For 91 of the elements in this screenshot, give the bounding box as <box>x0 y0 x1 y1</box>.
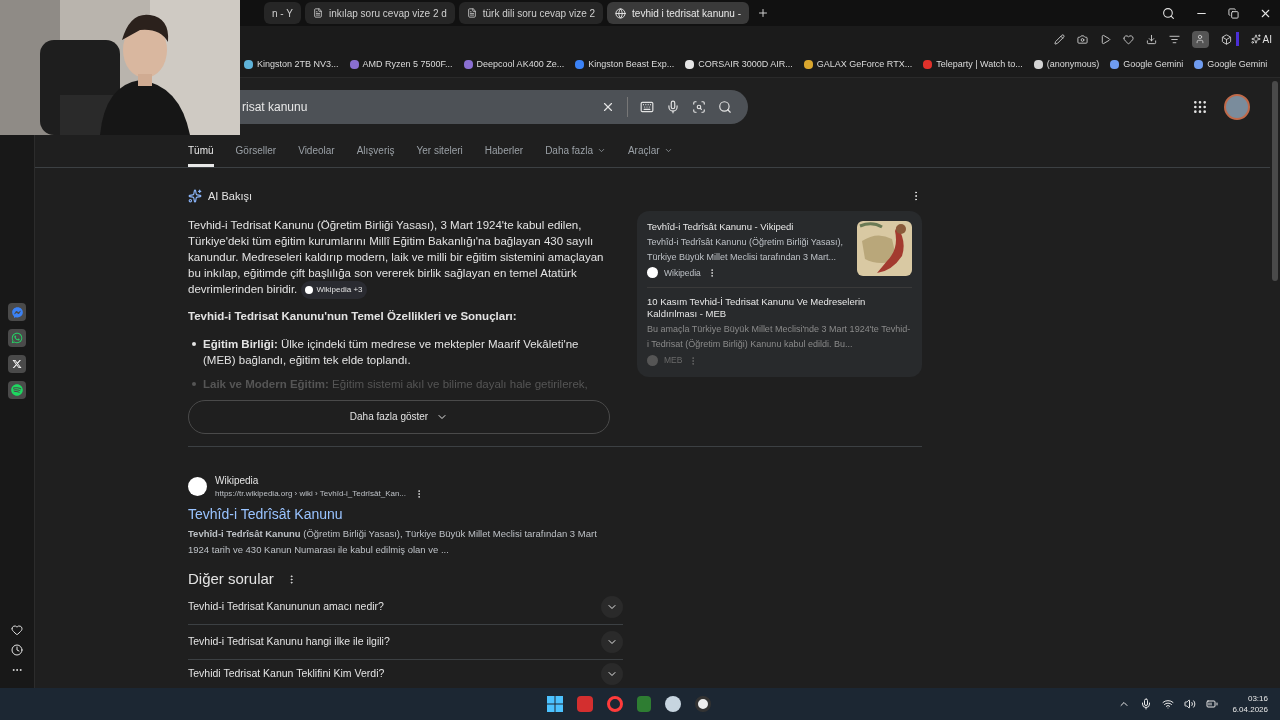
clear-icon[interactable] <box>601 100 615 114</box>
heart-icon[interactable] <box>11 624 23 636</box>
source-title[interactable]: Tevhîd-i Tedrîsât Kanunu - Vikipedi <box>647 220 849 233</box>
page-icon <box>466 8 477 18</box>
bullet-icon <box>192 341 196 346</box>
browser-tab[interactable]: n - Y <box>264 2 301 24</box>
search-tab[interactable]: Alışveriş <box>356 143 395 167</box>
sparkle-icon <box>188 189 202 204</box>
search-tab[interactable]: Araçlar <box>627 143 673 167</box>
list-icon[interactable] <box>1168 33 1180 45</box>
expand-icon[interactable] <box>601 596 623 619</box>
bookmark-link[interactable]: Deepcool AK400 Ze... <box>476 57 565 72</box>
play-icon[interactable] <box>1099 33 1111 45</box>
section-title: Diğer sorular <box>188 568 274 589</box>
camera-search-icon[interactable] <box>692 100 706 114</box>
app-icon[interactable] <box>665 696 682 712</box>
battery-icon[interactable] <box>1206 698 1219 710</box>
expand-icon[interactable] <box>601 663 623 686</box>
result-snippet: Tevhîd-i Tedrîsât Kanunu (Öğretim Birliği Yasası), Türkiye Büyük Millet Meclisi tarafından 3 Mart 1924 tarih ve 430 Kanun Numarası ile kabul edilmiş olan ve ... <box>188 526 598 557</box>
clock-time: 03:16 <box>1247 693 1268 704</box>
wifi-icon[interactable] <box>1162 698 1175 710</box>
search-tab[interactable]: Tümü <box>188 143 214 167</box>
bookmark-link[interactable]: (anonymous) <box>1046 57 1100 72</box>
download-icon[interactable] <box>1145 33 1157 45</box>
app-icon[interactable] <box>695 696 712 712</box>
ring-icon[interactable] <box>607 696 624 712</box>
x-logo-icon[interactable] <box>8 355 26 373</box>
overview-title: AI Bakışı <box>208 189 254 204</box>
ai-button[interactable]: AI <box>1250 31 1272 47</box>
browser-tab[interactable]: tevhid i tedrisat kanunu - <box>607 2 749 24</box>
search-tab[interactable]: Haberler <box>484 143 524 167</box>
new-tab-button[interactable] <box>757 7 769 19</box>
person-icon <box>1195 34 1206 44</box>
extension-icon[interactable] <box>1220 33 1232 45</box>
camera-icon[interactable] <box>1076 33 1088 45</box>
expand-icon[interactable] <box>601 631 623 654</box>
result-link[interactable]: Tevhîd-i Tedrîsât Kanunu <box>188 503 618 525</box>
overview-paragraph: Tevhid-i Tedrisat Kanunu (Öğretim Birliği Yasası), 3 Mart 1924'te kabul edilen, Türkiye'deki tüm eğitim kurumlarını Millî Eğitim Bakanlığı'na bağlayan 430 sayılı kanundur. Medreseleri kaldırıp modern, laik ve milli bir eğitim sistemini amaçlayan bu inkılap, eğitimde çift başlılığa son vererek birlik sağlayan en temel Atatürk devrimlerinden biridir. Wikipedia +3 <box>188 216 610 299</box>
bullet-icon <box>192 381 196 386</box>
sparkle-icon <box>1250 34 1261 44</box>
section-heading: Tevhid-i Tedrisat Kanunu'nun Temel Özellikleri ve Sonuçları: <box>188 308 518 324</box>
mic-icon[interactable] <box>1140 698 1153 710</box>
site-logo-icon <box>647 355 658 367</box>
bullet-item: Eğitim Birliği: Ülke içindeki tüm medrese ve mektepler Maarif Vekâleti'ne (MEB) bağlandı, eğitim tek elde toplandı. <box>203 336 580 368</box>
page-icon <box>312 8 323 18</box>
phone-bubble-icon[interactable] <box>8 329 26 347</box>
search-tab[interactable]: Yer siteleri <box>416 143 463 167</box>
site-logo-icon <box>647 267 658 279</box>
edit-icon[interactable] <box>1053 33 1065 45</box>
chat-bubble-icon[interactable] <box>8 303 26 321</box>
search-icon[interactable] <box>718 100 732 114</box>
bookmark-link[interactable]: Google Gemini <box>1123 57 1184 72</box>
apps-icon[interactable] <box>1192 99 1208 115</box>
browser-tab[interactable]: inkılap soru cevap vize 2 d <box>304 2 455 24</box>
avatar[interactable] <box>1224 94 1250 120</box>
history-icon[interactable] <box>11 644 23 656</box>
search-icon[interactable] <box>1162 6 1175 20</box>
restore-icon[interactable] <box>1228 7 1239 19</box>
speaker-icon[interactable] <box>1184 698 1197 710</box>
bookmark-link[interactable]: Kingston 2TB NV3... <box>257 57 339 72</box>
browser-tab[interactable]: türk dili soru cevap vize 2 <box>458 2 604 24</box>
caret-icon <box>663 146 673 155</box>
bookmark-link[interactable]: Teleparty | Watch to... <box>936 57 1023 72</box>
bookmark-link[interactable]: CORSAIR 3000D AIR... <box>698 57 793 72</box>
question-text[interactable]: Tevhidi Tedrisat Kanun Teklifini Kim Verdi? <box>188 666 601 683</box>
keyboard-icon[interactable] <box>640 100 654 114</box>
sound-waves-icon[interactable] <box>8 381 26 399</box>
bookmark-link[interactable]: Kingston Beast Exp... <box>588 57 675 72</box>
mic-icon[interactable] <box>666 100 680 114</box>
search-tab[interactable]: Görseller <box>235 143 277 167</box>
question-text[interactable]: Tevhid-i Tedrisat Kanunu hangi ilke ile ilgili? <box>188 634 601 651</box>
source-site: MEB <box>664 354 683 367</box>
search-tab[interactable]: Videolar <box>298 143 335 167</box>
globe-icon <box>615 7 627 19</box>
start-icon[interactable] <box>547 696 564 712</box>
search-tab[interactable]: Daha fazla <box>545 143 606 167</box>
profile-button[interactable] <box>1191 30 1209 48</box>
site-logo-icon <box>188 476 207 496</box>
result-site: Wikipedia <box>215 473 260 488</box>
question-text[interactable]: Tevhid-i Tedrisat Kanununun amacı nedir? <box>188 599 601 616</box>
result-url: https://tr.wikipedia.org › wiki › Tevhîd-i_Tedrîsât_Kan... <box>215 487 407 500</box>
bookmark-link[interactable]: GALAX GeForce RTX... <box>816 57 913 72</box>
source-snippet: Tevhîd-i Tedrîsât Kanunu (Öğretim Birliği Yasası), Türkiye Büyük Millet Meclisi tarafından 3 Mart... <box>647 235 845 264</box>
heart-icon[interactable] <box>1122 33 1134 45</box>
bookmark-link[interactable]: Google Gemini <box>1207 57 1268 72</box>
clock-date: 6.04.2026 <box>1232 704 1268 715</box>
source-chip[interactable]: Wikipedia +3 <box>300 280 367 299</box>
source-site: Wikipedia <box>664 266 701 280</box>
caret-icon <box>596 146 606 155</box>
bookmark-link[interactable]: AMD Ryzen 5 7500F... <box>362 57 453 72</box>
source-title[interactable]: 10 Kasım Tevhid-İ Tedrisat Kanunu Ve Medreselerin Kaldırılması - MEB <box>647 296 912 321</box>
